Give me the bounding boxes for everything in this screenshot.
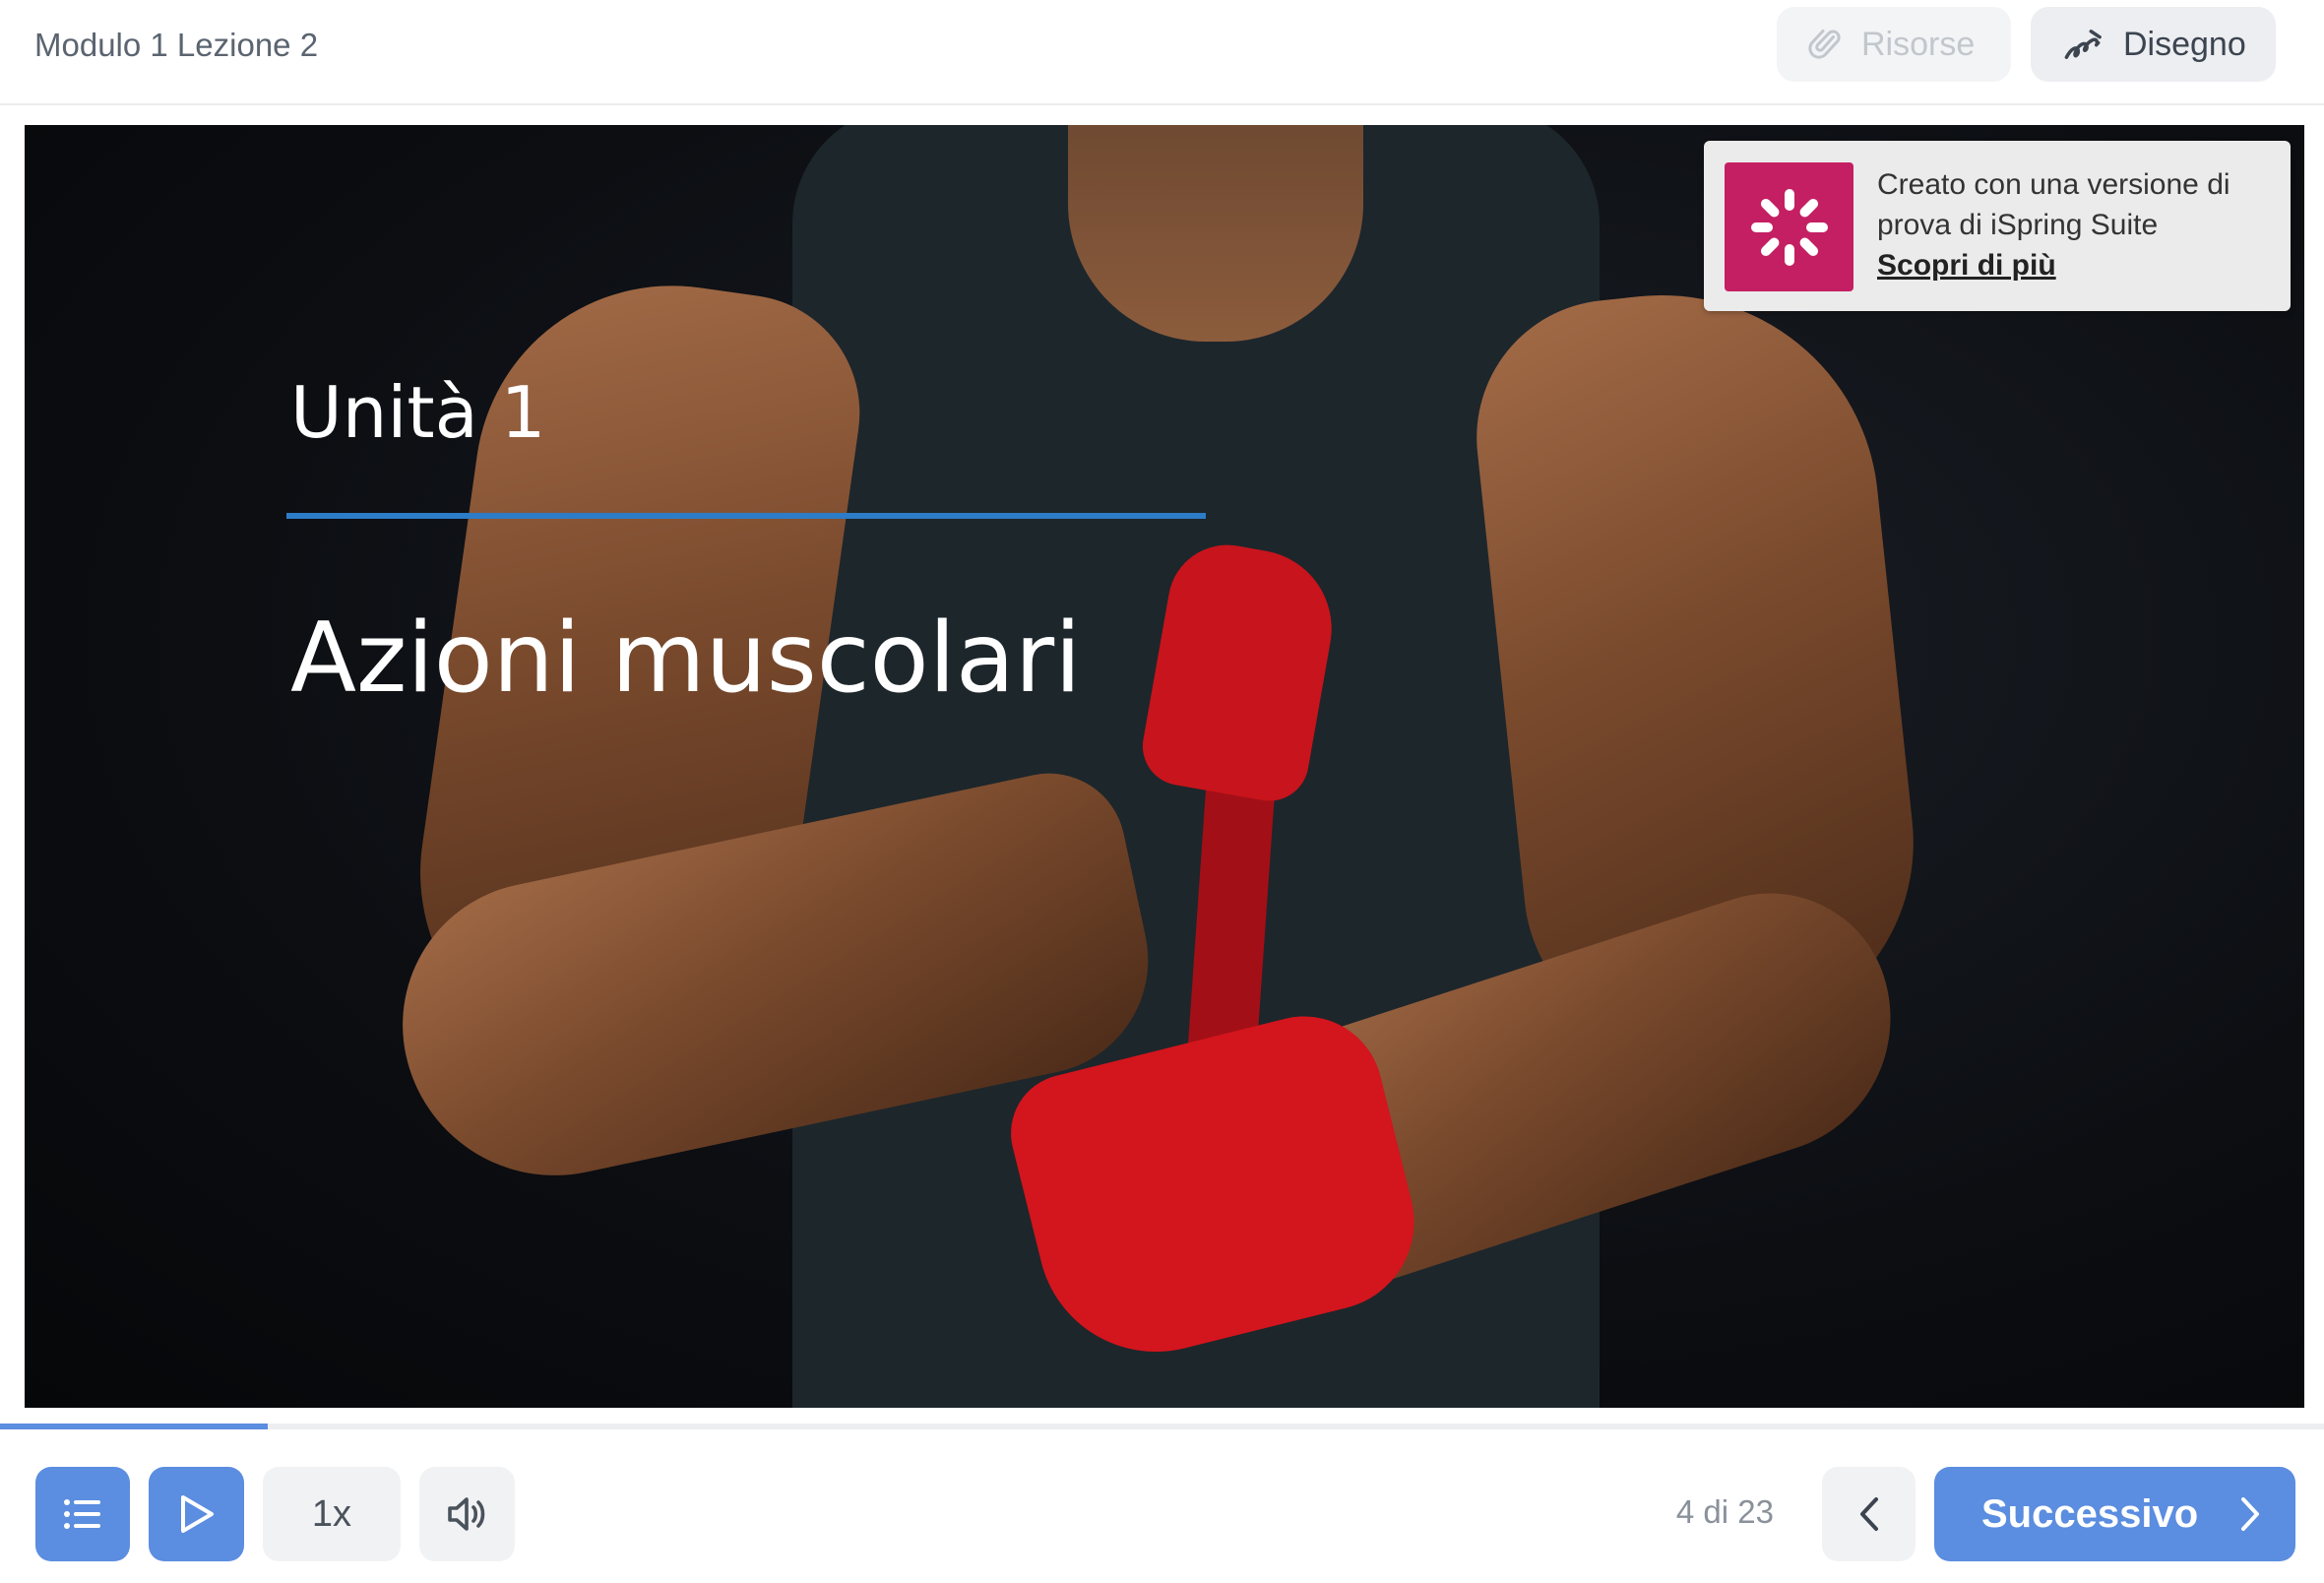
slide-canvas: Unità 1 Azioni muscolari [25, 125, 2304, 1408]
chevron-left-icon [1859, 1497, 1878, 1531]
resources-button[interactable]: Risorse [1777, 7, 2011, 82]
trial-line-2: prova di iSpring Suite [1877, 209, 2159, 241]
resources-label: Risorse [1861, 25, 1976, 63]
play-icon [180, 1495, 214, 1533]
squiggle-icon [2064, 30, 2102, 59]
lesson-title: Modulo 1 Lezione 2 [34, 27, 319, 63]
trial-text: Creato con una versione di prova di iSpr… [1877, 164, 2271, 285]
chevron-right-icon [2241, 1497, 2259, 1531]
slide-counter: 4 di 23 [1675, 1493, 1774, 1530]
drawing-label: Disegno [2123, 25, 2246, 63]
ispring-logo-icon [1725, 162, 1853, 291]
next-button[interactable]: Successivo [1934, 1467, 2295, 1561]
outline-menu-button[interactable] [35, 1467, 130, 1561]
learn-more-link[interactable]: Scopri di più [1877, 245, 2271, 285]
progress-fill [0, 1424, 268, 1429]
next-label: Successivo [1981, 1491, 2199, 1536]
slide-divider [286, 513, 1206, 519]
playback-speed-button[interactable]: 1x [263, 1467, 401, 1561]
drawing-button[interactable]: Disegno [2031, 7, 2276, 82]
previous-button[interactable] [1822, 1467, 1916, 1561]
trial-banner: Creato con una versione di prova di iSpr… [1704, 141, 2291, 311]
slide-unit-label: Unità 1 [290, 371, 546, 454]
paperclip-icon [1808, 30, 1841, 59]
speed-label: 1x [311, 1492, 352, 1535]
slide-title: Azioni muscolari [290, 602, 1082, 715]
top-bar: Modulo 1 Lezione 2 Risorse Disegno [0, 0, 2324, 105]
playback-progress-bar[interactable] [0, 1424, 2324, 1429]
play-button[interactable] [149, 1467, 244, 1561]
volume-icon [447, 1497, 484, 1531]
volume-button[interactable] [419, 1467, 515, 1561]
trial-line-1: Creato con una versione di [1877, 168, 2230, 201]
list-icon [64, 1499, 100, 1529]
